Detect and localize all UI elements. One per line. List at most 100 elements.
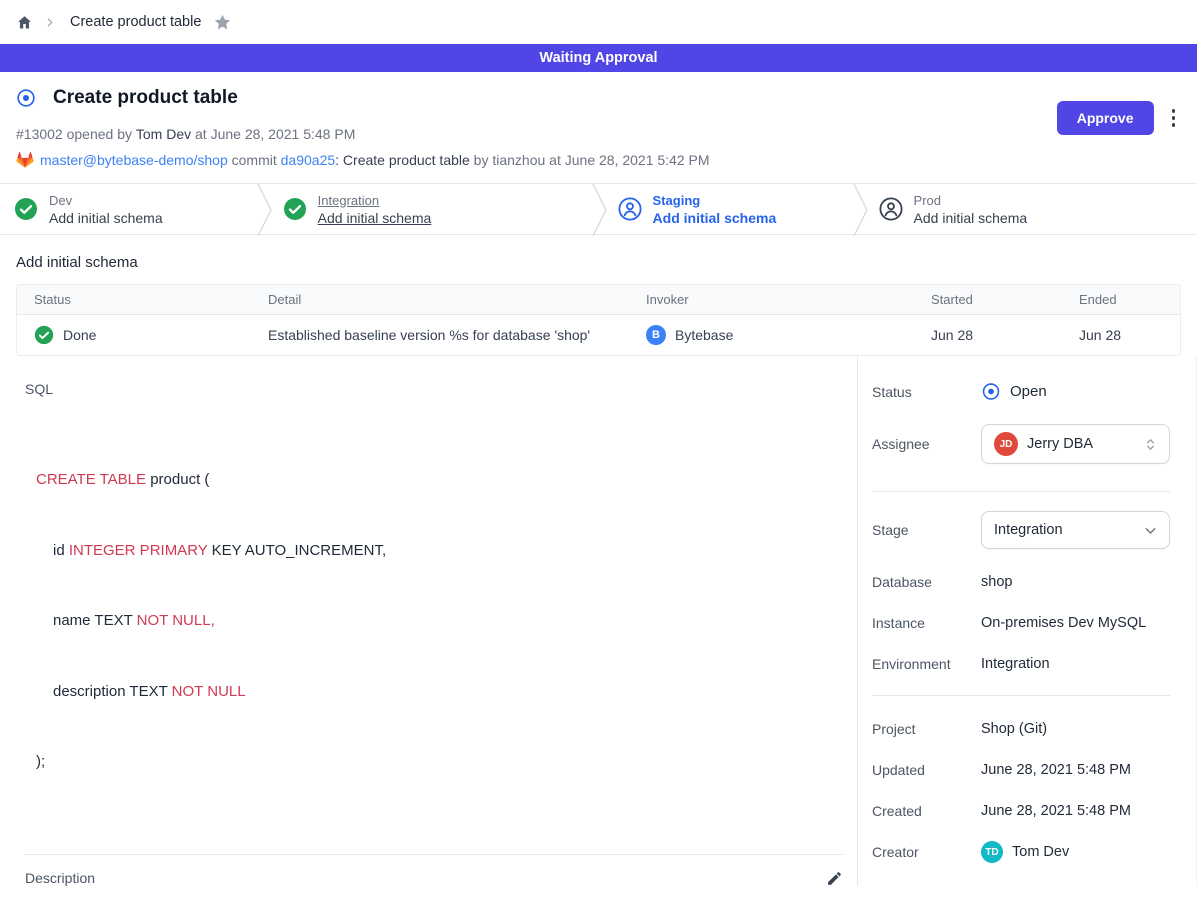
project-label: Project xyxy=(872,721,981,737)
updated-label: Updated xyxy=(872,762,981,778)
sql-label: SQL xyxy=(25,381,843,397)
sidebar: Status Open Assignee JD Jerry DBA xyxy=(858,356,1196,886)
column-header: Status xyxy=(17,292,251,307)
task-invoker: Bytebase xyxy=(675,327,733,343)
invoker-avatar: B xyxy=(646,325,666,345)
person-circle-icon xyxy=(618,197,642,221)
sql-line: name TEXT NOT NULL, xyxy=(36,609,843,633)
stage-select[interactable]: Integration xyxy=(981,511,1170,549)
stage-separator-icon xyxy=(853,184,868,236)
breadcrumb: Create product table xyxy=(0,0,1197,44)
commit-word: commit xyxy=(228,152,281,168)
environment-label: Environment xyxy=(872,656,981,672)
sql-line: description TEXT NOT NULL xyxy=(36,680,843,704)
created-value: June 28, 2021 5:48 PM xyxy=(981,803,1131,819)
gitlab-icon xyxy=(16,151,34,169)
database-label: Database xyxy=(872,574,981,590)
issue-open-icon xyxy=(16,88,36,108)
stage-label: Stage xyxy=(872,522,981,538)
instance-label: Instance xyxy=(872,615,981,631)
status-label: Status xyxy=(872,384,981,400)
lower-section: SQL CREATE TABLE product ( id INTEGER PR… xyxy=(0,356,1197,886)
issue-header: Create product table #13002 opened by To… xyxy=(0,72,1197,183)
created-label: Created xyxy=(872,803,981,819)
divider xyxy=(872,491,1170,492)
more-actions-button[interactable] xyxy=(1170,103,1178,133)
issue-opener: Tom Dev xyxy=(136,126,191,142)
sql-line: ); xyxy=(36,750,843,774)
commit-hash-link[interactable]: da90a25 xyxy=(281,152,336,168)
commit-line: master@bytebase-demo/shop commit da90a25… xyxy=(16,151,710,169)
stage-env-label: Staging xyxy=(653,193,777,208)
check-circle-icon xyxy=(34,325,54,345)
page: Create product table Waiting Approval Cr… xyxy=(0,0,1197,900)
stage-env-label: Prod xyxy=(914,193,1028,208)
stage-task-label: Add initial schema xyxy=(653,210,777,226)
stage-staging[interactable]: Staging Add initial schema xyxy=(607,184,853,234)
stage-task-label: Add initial schema xyxy=(914,210,1028,226)
column-header: Detail xyxy=(251,292,629,307)
check-circle-icon xyxy=(14,197,38,221)
divider xyxy=(872,695,1170,696)
task-table: Status Detail Invoker Started Ended Done… xyxy=(16,284,1181,356)
stage-separator-icon xyxy=(257,184,272,236)
chevron-down-icon xyxy=(1142,522,1159,539)
assignee-avatar: JD xyxy=(994,432,1018,456)
project-value: Shop (Git) xyxy=(981,721,1047,737)
approval-banner-text: Waiting Approval xyxy=(539,50,657,66)
creator-label: Creator xyxy=(872,844,981,860)
description-label: Description xyxy=(25,870,95,886)
task-ended: Jun 28 xyxy=(1062,327,1180,343)
approve-button[interactable]: Approve xyxy=(1057,101,1154,135)
approval-banner: Waiting Approval xyxy=(0,44,1197,72)
issue-meta: #13002 opened by Tom Dev at June 28, 202… xyxy=(16,126,710,142)
environment-value: Integration xyxy=(981,656,1050,672)
column-header: Ended xyxy=(1062,292,1180,307)
commit-message: : Create product table xyxy=(335,152,470,168)
status-value: Open xyxy=(1010,383,1047,400)
edit-pencil-icon[interactable] xyxy=(826,870,843,887)
main-column: SQL CREATE TABLE product ( id INTEGER PR… xyxy=(0,356,858,886)
stage-task-link[interactable]: Add initial schema xyxy=(318,210,432,226)
home-icon[interactable] xyxy=(16,14,33,31)
table-row: Done Established baseline version %s for… xyxy=(17,315,1180,355)
stage-task-label: Add initial schema xyxy=(49,210,163,226)
issue-title: Create product table xyxy=(53,87,238,109)
column-header: Invoker xyxy=(629,292,914,307)
assignee-select[interactable]: JD Jerry DBA xyxy=(981,424,1170,464)
assignee-value: Jerry DBA xyxy=(1027,436,1133,452)
creator-avatar: TD xyxy=(981,841,1003,863)
pipeline: Dev Add initial schema Integration Add i… xyxy=(0,183,1197,235)
stage-separator-icon xyxy=(592,184,607,236)
status-open-icon xyxy=(981,382,1001,401)
divider xyxy=(25,854,843,855)
sql-line: id INTEGER PRIMARY KEY AUTO_INCREMENT, xyxy=(36,539,843,563)
task-section-title: Add initial schema xyxy=(16,254,1181,271)
creator-value: Tom Dev xyxy=(1012,844,1069,860)
column-header: Started xyxy=(914,292,1062,307)
stage-integration[interactable]: Integration Add initial schema xyxy=(272,184,592,234)
commit-branch-link[interactable]: master@bytebase-demo/shop xyxy=(40,152,228,168)
stage-prod[interactable]: Prod Add initial schema xyxy=(868,184,1197,234)
updated-value: June 28, 2021 5:48 PM xyxy=(981,762,1131,778)
stage-env-label[interactable]: Integration xyxy=(318,193,432,208)
person-circle-icon xyxy=(879,197,903,221)
commit-author: by tianzhou at June 28, 2021 5:42 PM xyxy=(470,152,710,168)
favorite-star-icon[interactable] xyxy=(213,13,232,32)
assignee-label: Assignee xyxy=(872,436,981,452)
stage-env-label: Dev xyxy=(49,193,163,208)
stage-value: Integration xyxy=(994,522,1133,538)
task-detail: Established baseline version %s for data… xyxy=(251,327,629,343)
task-section: Add initial schema Status Detail Invoker… xyxy=(0,235,1197,356)
breadcrumb-current: Create product table xyxy=(70,14,201,30)
check-circle-icon xyxy=(283,197,307,221)
task-table-header: Status Detail Invoker Started Ended xyxy=(17,285,1180,315)
updown-chevron-icon xyxy=(1142,436,1159,453)
sql-code-block: CREATE TABLE product ( id INTEGER PRIMAR… xyxy=(36,421,843,821)
instance-value: On-premises Dev MySQL xyxy=(981,615,1146,631)
issue-number: #13002 opened by xyxy=(16,126,136,142)
chevron-right-icon xyxy=(43,16,56,29)
stage-dev[interactable]: Dev Add initial schema xyxy=(0,184,257,234)
database-value: shop xyxy=(981,574,1012,590)
issue-opened-at: at June 28, 2021 5:48 PM xyxy=(191,126,355,142)
